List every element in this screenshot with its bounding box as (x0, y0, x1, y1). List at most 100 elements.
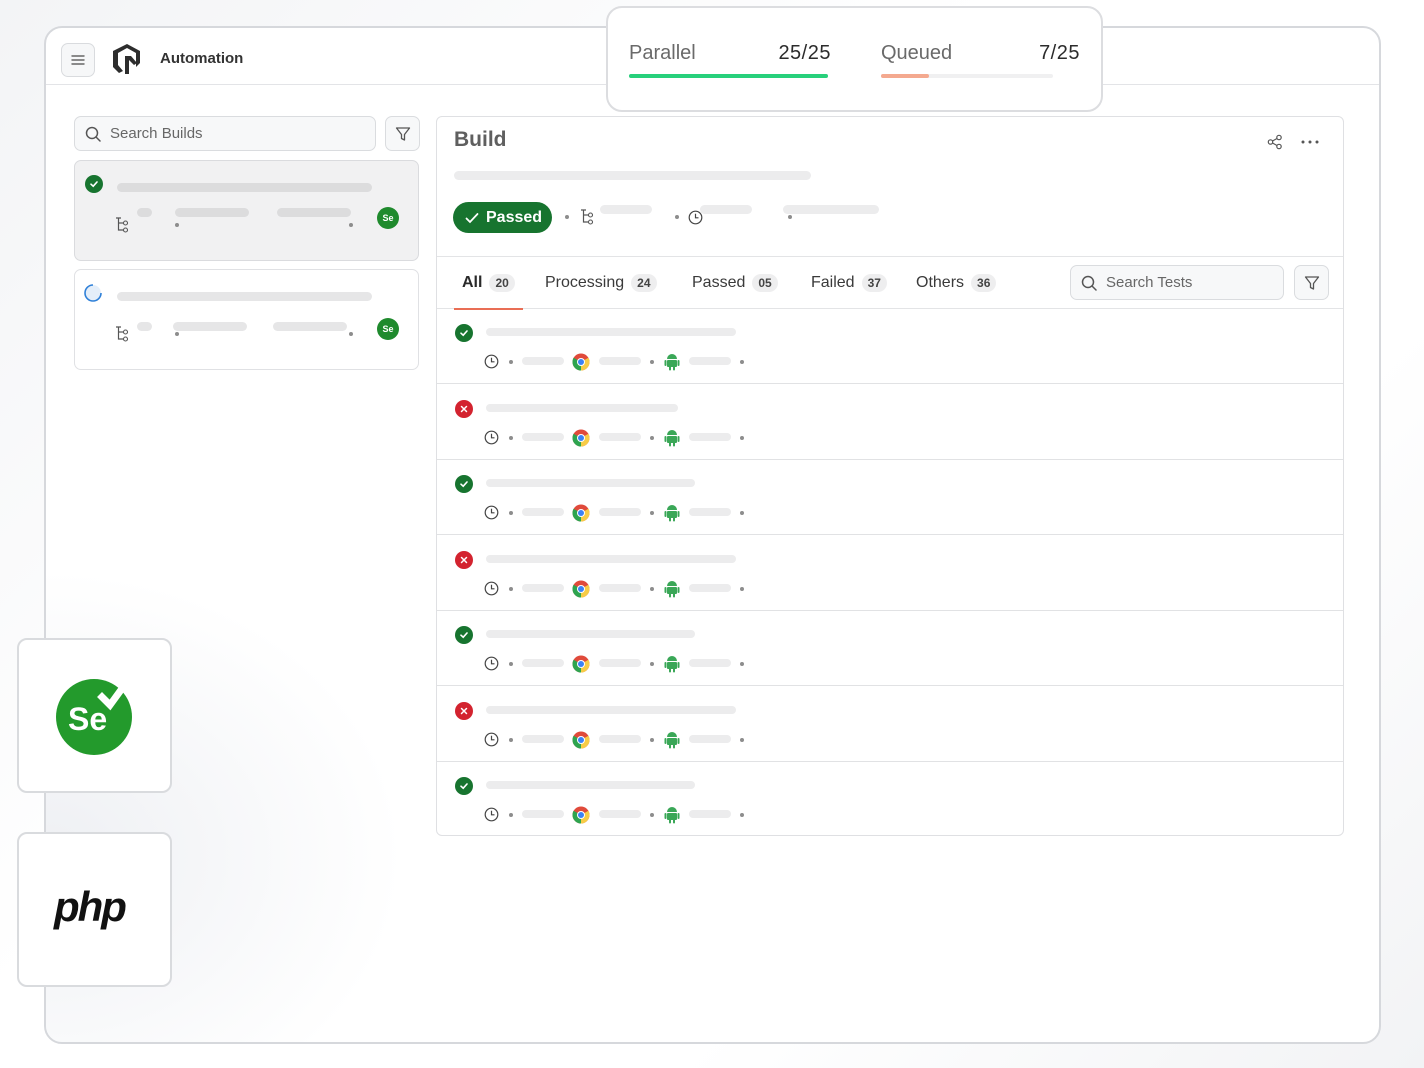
check-circle-icon (455, 475, 473, 493)
menu-button[interactable] (61, 43, 95, 77)
separator-dot (509, 435, 513, 440)
android-icon (664, 505, 680, 522)
branch-icon (116, 217, 129, 233)
skeleton (522, 734, 564, 743)
tab-passed[interactable]: Passed 05 (692, 257, 778, 309)
parallel-progress-fill (629, 74, 828, 78)
separator-dot (650, 662, 654, 666)
separator-dot (175, 223, 179, 227)
tab-all[interactable]: All 20 (454, 257, 523, 310)
chrome-icon (572, 429, 590, 446)
concurrency-stats-card: Parallel 25/25 Queued 7/25 (606, 6, 1103, 112)
test-row[interactable] (437, 385, 1343, 460)
skeleton (522, 357, 564, 365)
queued-value: 7/25 (1039, 42, 1080, 64)
skeleton (175, 208, 249, 217)
separator-dot (740, 511, 744, 515)
test-row[interactable] (437, 309, 1343, 384)
tab-failed[interactable]: Failed 37 (811, 257, 887, 309)
queued-label: Queued (881, 42, 953, 64)
builds-filter-button[interactable] (385, 116, 420, 151)
skeleton (137, 208, 152, 217)
separator-dot (509, 813, 513, 817)
test-name-skeleton (486, 479, 695, 487)
separator-dot (349, 223, 353, 227)
tab-label: Processing (545, 274, 625, 291)
skeleton (783, 205, 879, 214)
selenium-icon: Se (377, 207, 399, 229)
test-row[interactable] (437, 536, 1343, 611)
test-row[interactable] (437, 611, 1343, 686)
separator-dot (509, 662, 513, 666)
check-icon (465, 212, 479, 223)
test-list (437, 309, 1343, 835)
android-icon (664, 731, 680, 748)
check-circle-icon (455, 777, 473, 795)
separator-dot (650, 435, 654, 440)
filter-icon (1304, 275, 1319, 290)
tab-label: Failed (811, 274, 855, 291)
queued-progress-fill (881, 74, 930, 78)
separator-dot (650, 813, 654, 817)
tab-count: 05 (752, 274, 778, 292)
x-circle-icon (455, 399, 473, 418)
skeleton (689, 357, 731, 365)
search-tests-input[interactable]: Search Tests (1070, 265, 1284, 300)
tab-processing[interactable]: Processing 24 (545, 257, 657, 309)
separator-dot (509, 737, 513, 742)
skeleton (599, 432, 641, 441)
separator-dot (650, 511, 654, 515)
test-row[interactable] (437, 762, 1343, 837)
skeleton (522, 659, 564, 667)
test-row[interactable] (437, 460, 1343, 535)
skeleton (599, 508, 641, 516)
skeleton (599, 810, 641, 818)
skeleton (173, 322, 247, 331)
clock-icon (484, 505, 499, 520)
skeleton (689, 810, 731, 818)
share-button[interactable] (1265, 132, 1285, 152)
share-icon (1267, 134, 1282, 150)
skeleton (599, 659, 641, 667)
tab-label: Others (916, 274, 965, 291)
tests-filter-button[interactable] (1294, 265, 1329, 300)
test-row[interactable] (437, 687, 1343, 762)
parallel-label: Parallel (629, 42, 696, 64)
branch-icon (581, 209, 594, 225)
separator-dot (509, 511, 513, 515)
check-circle-icon (85, 175, 103, 193)
chrome-icon (572, 731, 590, 748)
svg-text:Se: Se (68, 701, 107, 737)
clock-icon (484, 732, 499, 746)
android-icon (664, 354, 680, 371)
test-name-skeleton (486, 630, 695, 638)
skeleton (599, 734, 641, 743)
android-icon (664, 429, 680, 446)
separator-dot (675, 215, 679, 219)
lambdatest-logo-icon (113, 44, 140, 74)
separator-dot (565, 215, 569, 219)
more-horizontal-icon (1301, 140, 1319, 144)
more-options-button[interactable] (1299, 132, 1321, 152)
parallel-value: 25/25 (778, 42, 831, 64)
skeleton (689, 659, 731, 667)
clock-icon (484, 807, 499, 822)
search-tests-placeholder: Search Tests (1106, 274, 1193, 291)
skeleton (137, 322, 152, 331)
build-detail-panel: Build Passed All 20 Processing 24 Passed… (436, 116, 1344, 836)
search-icon (1081, 275, 1097, 291)
separator-dot (650, 737, 654, 742)
build-card[interactable]: Se (74, 269, 419, 370)
build-card[interactable]: Se (74, 160, 419, 261)
tab-others[interactable]: Others 36 (916, 257, 997, 309)
separator-dot (740, 435, 744, 440)
spinner-icon (84, 284, 102, 302)
build-status-badge: Passed (453, 202, 553, 233)
separator-dot (740, 662, 744, 666)
tab-count: 20 (489, 274, 515, 292)
search-builds-input[interactable]: Search Builds (74, 116, 376, 151)
tab-count: 36 (971, 274, 997, 292)
clock-icon (484, 581, 499, 595)
tab-count: 37 (861, 274, 887, 292)
build-status-label: Passed (486, 208, 543, 226)
